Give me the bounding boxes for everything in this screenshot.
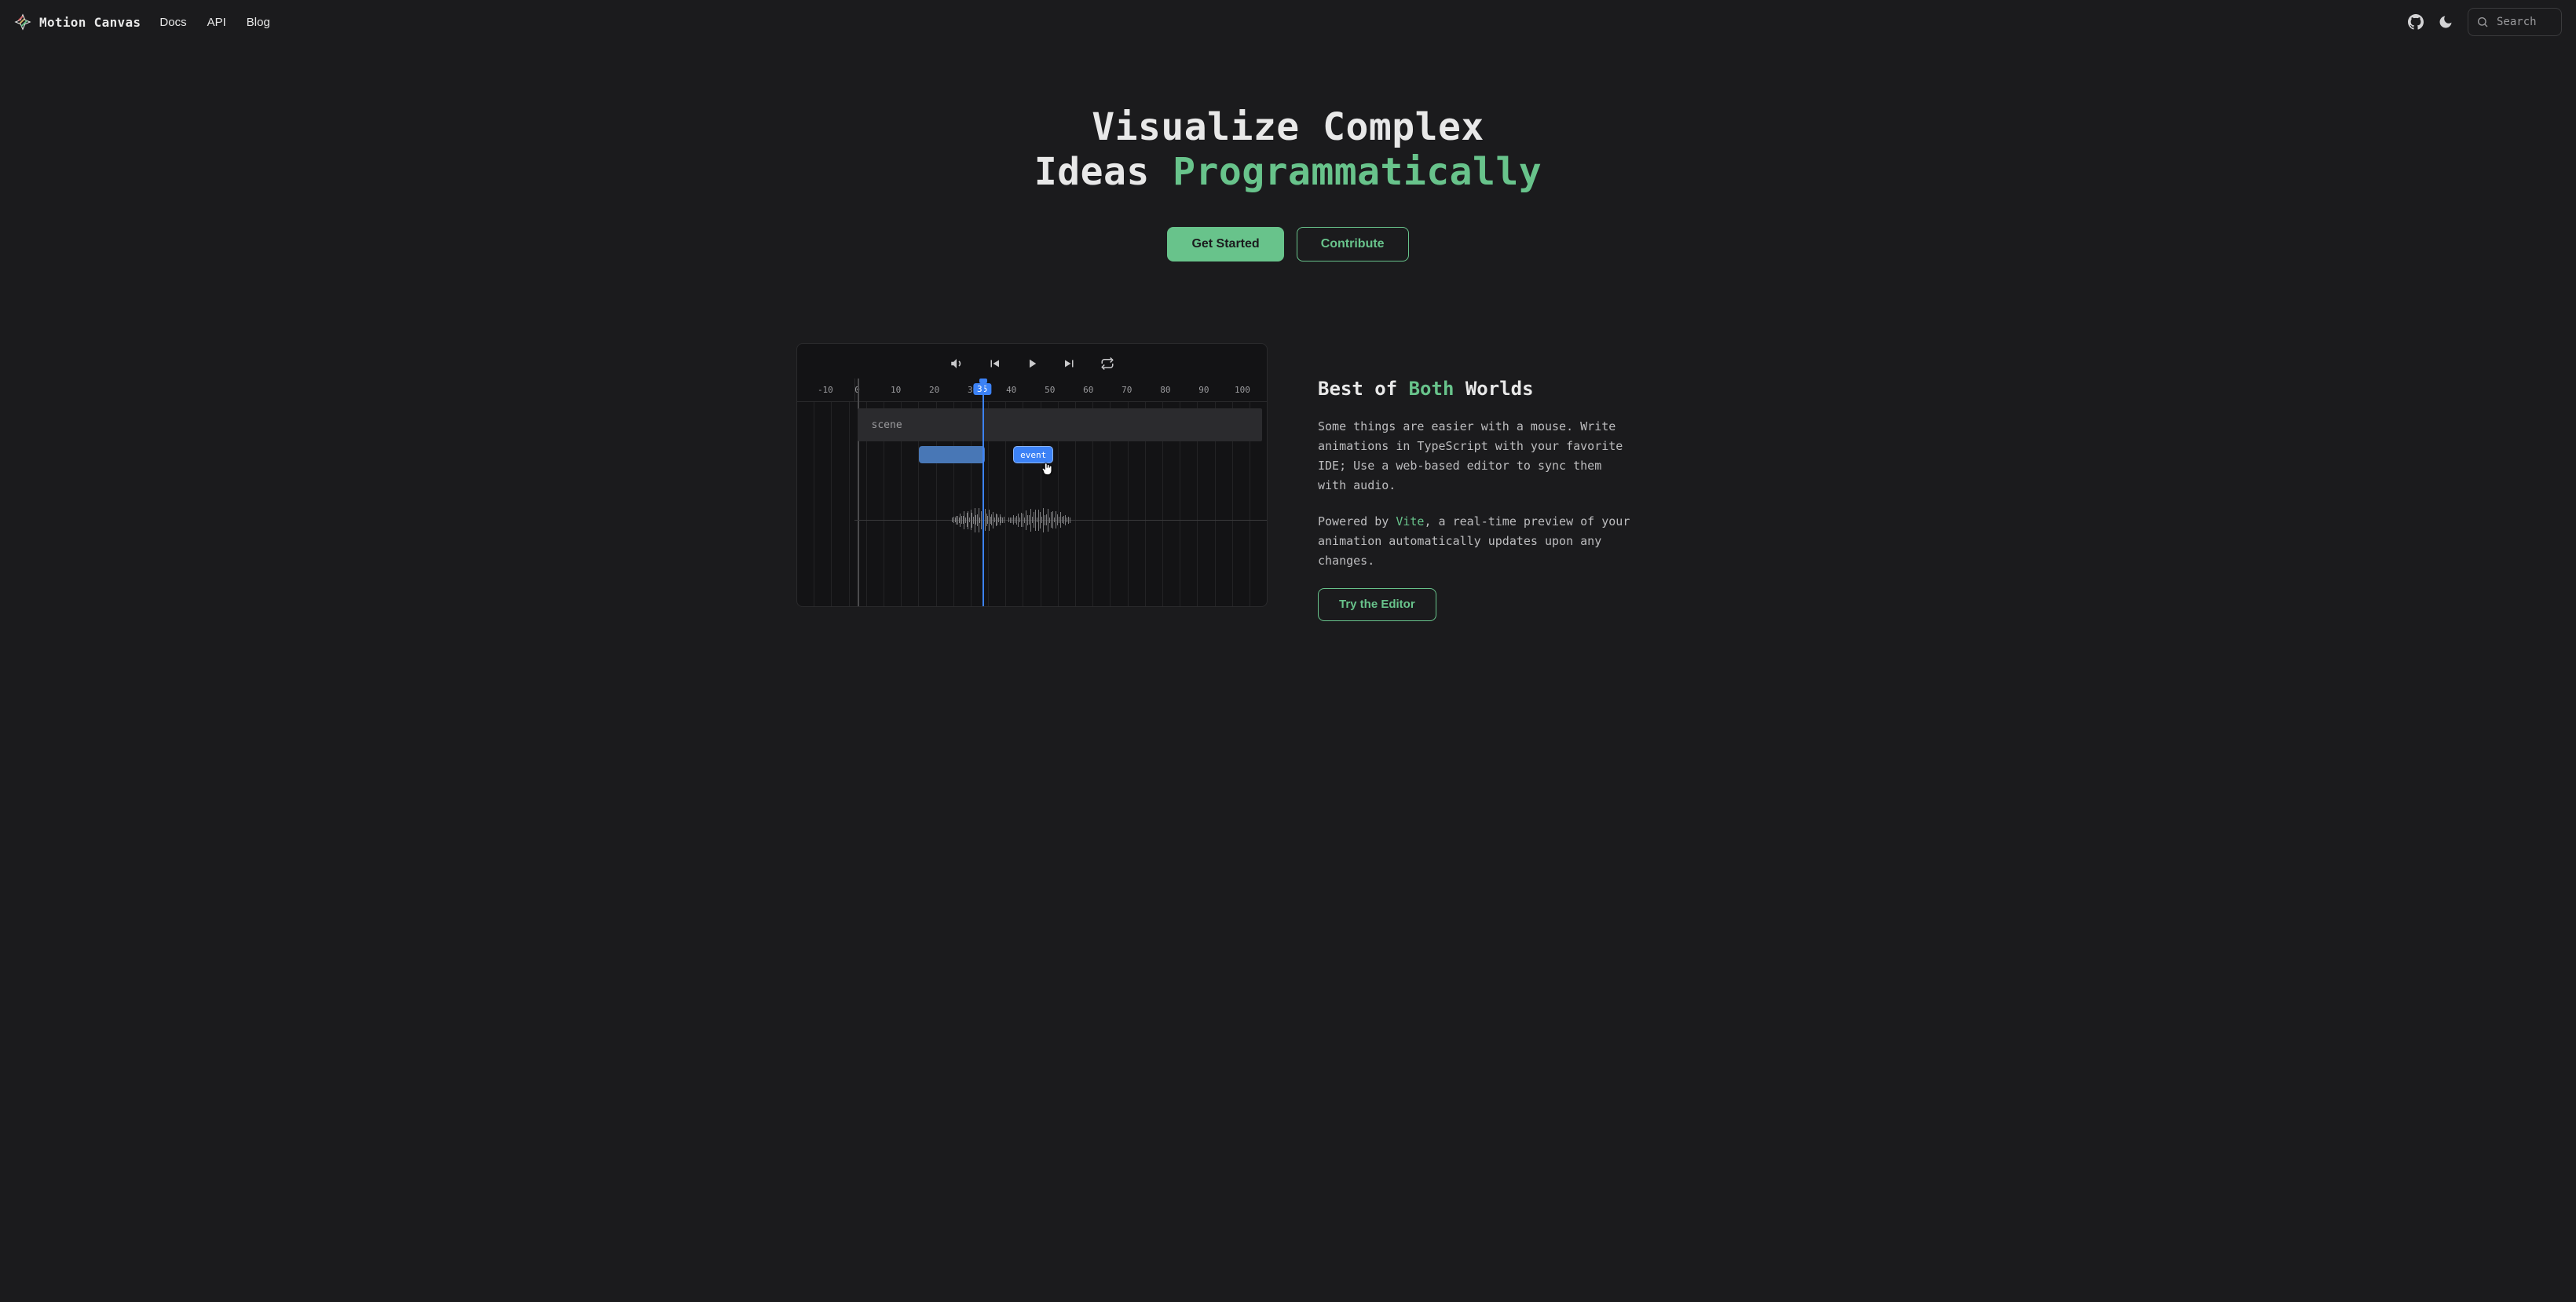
search-input[interactable]: Search (2468, 8, 2562, 36)
volume-icon[interactable] (948, 355, 965, 372)
ruler-tick: 50 (1045, 385, 1055, 395)
feature-heading-post: Worlds (1454, 378, 1533, 400)
try-editor-button[interactable]: Try the Editor (1318, 588, 1436, 621)
ruler-tick: 10 (891, 385, 901, 395)
playhead[interactable] (982, 383, 984, 606)
nav-blog[interactable]: Blog (247, 16, 270, 29)
hand-cursor-icon (1039, 460, 1055, 481)
scene-track[interactable]: scene (858, 408, 1263, 441)
prev-icon[interactable] (986, 355, 1003, 372)
nav-api[interactable]: API (207, 16, 226, 29)
hero-title-line2a: Ideas (1034, 150, 1173, 194)
waveform-seg-2 (1008, 496, 1093, 543)
ruler-tick: 90 (1198, 385, 1209, 395)
timeline[interactable]: -10010203035405060708090100 scene event (797, 379, 1267, 606)
loop-icon[interactable] (1099, 355, 1116, 372)
hero-title-line1: Visualize Complex (1092, 105, 1484, 149)
feature-para-1: Some things are easier with a mouse. Wri… (1318, 417, 1632, 495)
hero-title-line2b: Programmatically (1173, 150, 1542, 194)
search-icon (2476, 16, 2489, 28)
event-track[interactable] (919, 446, 985, 463)
feature-para-2: Powered by Vite, a real-time preview of … (1318, 512, 1632, 570)
ruler-tick: 40 (1006, 385, 1016, 395)
github-icon[interactable] (2408, 14, 2424, 30)
feature-heading: Best of Both Worlds (1318, 378, 1780, 400)
editor-preview: -10010203035405060708090100 scene event (796, 343, 1268, 607)
logo-icon (14, 13, 31, 31)
feature-heading-pre: Best of (1318, 378, 1409, 400)
header: Motion Canvas Docs API Blog Search (0, 0, 2576, 44)
brand[interactable]: Motion Canvas (14, 13, 141, 31)
feature-copy: Best of Both Worlds Some things are easi… (1318, 343, 1780, 620)
brand-text: Motion Canvas (39, 15, 141, 30)
transport-bar (797, 344, 1267, 379)
hero-actions: Get Started Contribute (1167, 227, 1408, 261)
scene-label: scene (872, 419, 902, 431)
ruler-tick: 80 (1160, 385, 1170, 395)
ruler-tick: 100 (1235, 385, 1250, 395)
next-icon[interactable] (1061, 355, 1078, 372)
waveform-seg-1 (952, 496, 1004, 543)
ruler-tick: -10 (818, 385, 833, 395)
hero-title: Visualize Complex Ideas Programmatically (1034, 105, 1542, 194)
feature-section: -10010203035405060708090100 scene event (778, 343, 1798, 620)
timeline-ruler[interactable]: -10010203035405060708090100 (797, 379, 1267, 402)
header-right: Search (2408, 8, 2562, 36)
ruler-tick: 20 (929, 385, 939, 395)
nav-docs[interactable]: Docs (159, 16, 186, 29)
theme-toggle-icon[interactable] (2438, 14, 2453, 30)
vite-link[interactable]: Vite (1396, 514, 1424, 528)
contribute-button[interactable]: Contribute (1297, 227, 1409, 261)
event-label: event (1020, 450, 1046, 460)
play-icon[interactable] (1023, 355, 1041, 372)
waveform (797, 496, 1267, 543)
get-started-button[interactable]: Get Started (1167, 227, 1283, 261)
feature-para-2-pre: Powered by (1318, 514, 1396, 528)
hero: Visualize Complex Ideas Programmatically… (0, 44, 2576, 287)
ruler-tick: 70 (1122, 385, 1132, 395)
nav: Docs API Blog (159, 16, 269, 29)
feature-heading-accent: Both (1409, 378, 1454, 400)
ruler-tick: 60 (1083, 385, 1093, 395)
search-placeholder: Search (2497, 16, 2537, 28)
